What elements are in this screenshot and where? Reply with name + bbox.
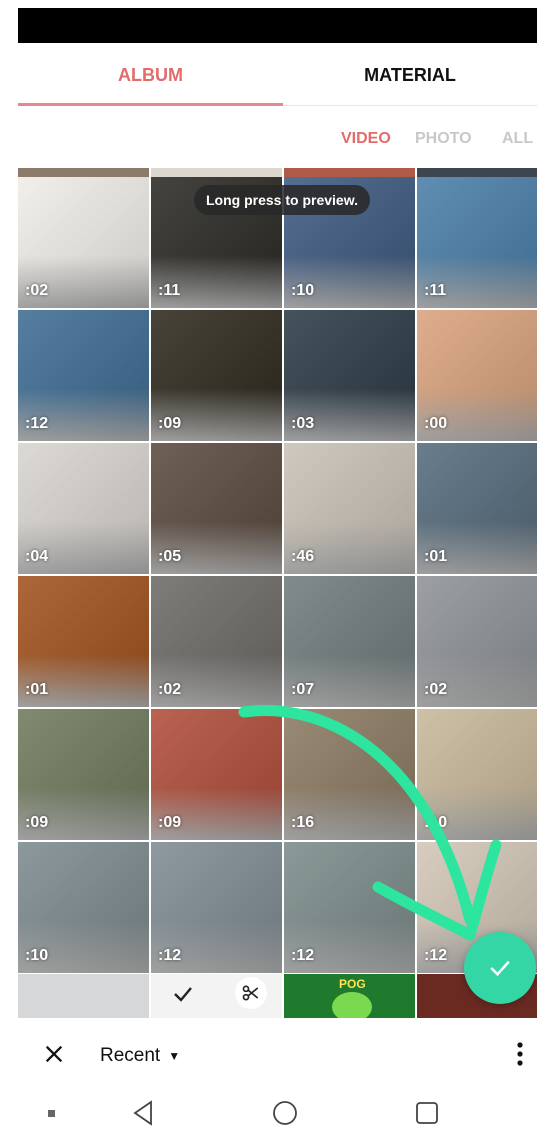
partial-row-bottom: POG (18, 974, 537, 1018)
grid-item[interactable]: :12 (284, 842, 415, 973)
grid-item[interactable]: :04 (18, 443, 149, 574)
video-duration: :07 (291, 681, 315, 698)
grid-item[interactable]: :09 (151, 310, 282, 441)
grid-item[interactable]: :03 (284, 310, 415, 441)
album-selector-label: Recent (100, 1045, 161, 1066)
grid-item-partial[interactable] (18, 974, 149, 1018)
grid-item[interactable]: :07 (284, 576, 415, 707)
video-duration: :09 (158, 814, 182, 831)
video-duration: :12 (291, 947, 315, 964)
video-duration: :01 (25, 681, 49, 698)
video-duration: :04 (25, 548, 49, 565)
video-duration: :10 (424, 814, 448, 831)
check-icon[interactable] (171, 982, 195, 1006)
video-duration: :12 (25, 415, 49, 432)
confirm-fab-button[interactable] (464, 932, 536, 1004)
nav-home-icon (272, 1100, 298, 1126)
grid-item[interactable]: :05 (151, 443, 282, 574)
nav-dot-icon (47, 1109, 55, 1117)
nav-dot-button[interactable] (36, 1098, 66, 1128)
check-icon (485, 953, 515, 983)
tab-material[interactable]: MATERIAL (283, 45, 537, 105)
video-duration: :02 (25, 282, 49, 299)
grid-item[interactable]: :10 (417, 709, 537, 840)
tab-bar: ALBUM MATERIAL (18, 45, 537, 107)
filter-photo[interactable]: PHOTO (415, 130, 472, 148)
nav-back-button[interactable] (128, 1098, 158, 1128)
bottom-action-bar: Recent ▼ (18, 1018, 537, 1088)
video-duration: :11 (158, 282, 181, 299)
nav-back-icon (131, 1100, 155, 1126)
video-duration: :02 (158, 681, 182, 698)
tab-indicator (18, 103, 283, 106)
status-bar (18, 8, 537, 43)
video-duration: :01 (424, 548, 448, 565)
grid-item[interactable]: :10 (18, 842, 149, 973)
grid-item[interactable]: :12 (18, 310, 149, 441)
video-duration: :10 (291, 282, 315, 299)
pog-label: POG (339, 977, 366, 991)
video-duration: :12 (158, 947, 182, 964)
video-duration: :09 (158, 415, 182, 432)
media-filter-bar: VIDEO PHOTO ALL (18, 110, 537, 166)
grid-item[interactable]: :01 (417, 443, 537, 574)
video-duration: :16 (291, 814, 315, 831)
close-icon (43, 1043, 65, 1065)
video-duration: :11 (424, 282, 447, 299)
tab-album[interactable]: ALBUM (18, 45, 283, 105)
album-selector-dropdown[interactable]: Recent ▼ (100, 1042, 180, 1070)
grid-item[interactable]: :46 (284, 443, 415, 574)
nav-recents-icon (415, 1101, 439, 1125)
grid-item[interactable]: :11 (417, 177, 537, 308)
close-button[interactable] (40, 1040, 68, 1068)
grid-item[interactable]: :09 (151, 709, 282, 840)
tab-divider (283, 105, 537, 106)
video-duration: :09 (25, 814, 49, 831)
video-duration: :10 (25, 947, 49, 964)
grid-item[interactable]: :02 (151, 576, 282, 707)
grid-item-partial[interactable]: POG (284, 974, 415, 1018)
nav-home-button[interactable] (270, 1098, 300, 1128)
grid-item[interactable]: :01 (18, 576, 149, 707)
nav-recents-button[interactable] (412, 1098, 442, 1128)
video-duration: :46 (291, 548, 315, 565)
filter-video[interactable]: VIDEO (341, 130, 391, 148)
video-duration: :00 (424, 415, 448, 432)
preview-tooltip: Long press to preview. (194, 185, 370, 215)
grid-item[interactable]: :16 (284, 709, 415, 840)
grid-item-partial[interactable] (151, 974, 282, 1018)
video-duration: :03 (291, 415, 315, 432)
scissors-icon[interactable] (235, 977, 267, 1009)
grid-item[interactable]: :00 (417, 310, 537, 441)
media-grid[interactable]: :02 :11 :10 :11 :12 :09 :03 :00 :04 :05 :46 :01 :01:… (18, 168, 537, 1018)
video-duration: :02 (424, 681, 448, 698)
more-vert-icon (516, 1041, 524, 1067)
grid-item[interactable]: :02 (18, 177, 149, 308)
filter-all[interactable]: ALL (502, 130, 533, 148)
caret-down-icon: ▼ (168, 1049, 181, 1063)
video-duration: :05 (158, 548, 182, 565)
grid-item[interactable]: :02 (417, 576, 537, 707)
more-options-button[interactable] (510, 1040, 530, 1068)
video-duration: :12 (424, 947, 448, 964)
system-nav-bar (0, 1088, 537, 1136)
grid-item[interactable]: :12 (151, 842, 282, 973)
grid-item[interactable]: :09 (18, 709, 149, 840)
partial-row-top (18, 168, 537, 177)
